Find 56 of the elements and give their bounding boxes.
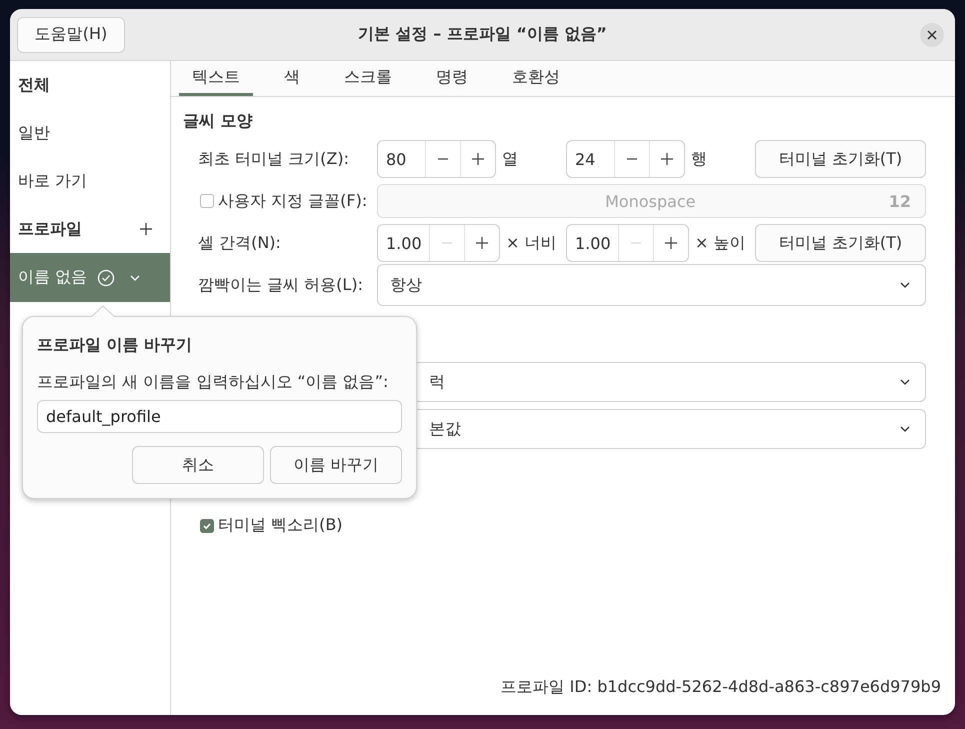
tab[interactable]: 색 [271,61,313,96]
popover-button[interactable]: 취소 [132,446,264,484]
reset-button[interactable]: 터미널 초기화(T) [755,224,926,262]
profile-item[interactable]: 이름 없음 [10,253,170,302]
window-title: 기본 설정 – 프로파일 “이름 없음” [358,24,607,45]
field-label: 최초 터미널 크기(Z): [197,148,350,170]
minus-icon [631,242,641,244]
popover-prompt: 프로파일의 새 이름을 입력하십시오 “이름 없음”: [37,372,390,393]
unit-label: 행 [690,148,708,170]
check-icon [202,520,212,530]
sidebar-item[interactable]: 바로 가기 [10,157,170,205]
tab[interactable]: 호환성 [499,61,573,96]
add-icon[interactable] [140,223,152,235]
spin-field[interactable]: 1.00 [377,224,500,262]
close-button[interactable] [920,22,944,46]
profile-id: 프로파일 ID: b1dcc9dd-5262-4d8d-a863-c897e6d979b9 [500,677,941,698]
spin-field[interactable]: 1.00 [566,224,689,262]
minus-icon [438,158,448,160]
popover-button[interactable]: 이름 바꾸기 [270,446,402,484]
close-icon [927,30,937,40]
dropdown[interactable]: 항상 [377,264,926,306]
help-button[interactable]: 도움말(H) [17,16,125,52]
minus-icon [627,158,637,160]
tab[interactable]: 스크롤 [331,61,405,96]
plus-icon [665,237,677,249]
spin-field[interactable]: 24 [566,140,685,178]
spin-field[interactable]: 80 [377,140,496,178]
checkbox[interactable] [200,518,214,532]
chevron-down-icon [899,378,911,386]
chevron-down-icon [899,425,911,433]
tab[interactable]: 명령 [423,61,481,96]
reset-button[interactable]: 터미널 초기화(T) [755,140,926,178]
field-label: 깜빡이는 글씨 허용(L): [197,274,364,296]
field-label: 셀 간격(N): [197,232,282,254]
chevron-down-icon [899,281,911,289]
tab[interactable]: 텍스트 [179,61,253,96]
chevron-down-icon[interactable] [129,274,142,282]
dropdown[interactable]: 본값 [417,409,926,449]
sidebar-header[interactable]: 전체 [10,61,170,109]
checkbox-label: 사용자 지정 글꼴(F): [218,190,368,212]
sidebar-section: 프로파일 [10,205,90,253]
unit-label: × 높이 [694,232,746,254]
minus-icon [442,242,452,244]
name-input[interactable]: default_profile [37,400,402,433]
plus-icon [476,237,488,249]
check-circle-icon [97,268,116,286]
dropdown[interactable]: 럭 [417,362,926,402]
plus-icon [472,153,484,165]
sidebar-item[interactable]: 일반 [10,109,170,157]
unit-label: 열 [501,148,519,170]
unit-label: × 너비 [505,232,558,254]
checkbox-label: 터미널 삑소리(B) [218,515,343,536]
profile-name: 이름 없음 [18,267,88,288]
plus-icon [661,153,673,165]
popover-title: 프로파일 이름 바꾸기 [37,335,194,356]
section-title: 글씨 모양 [183,111,254,132]
